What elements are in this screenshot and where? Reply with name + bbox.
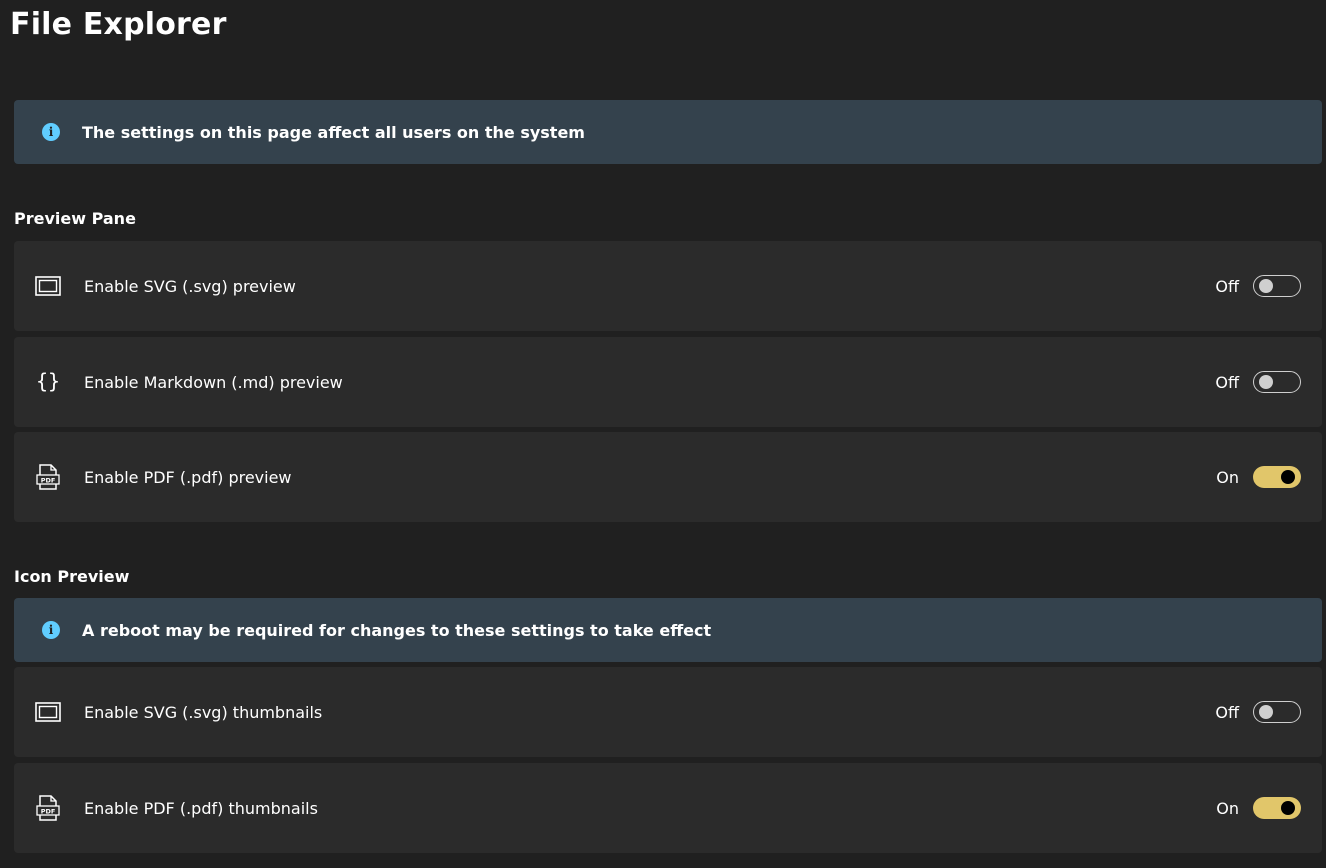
svg-text:PDF: PDF [41,808,56,816]
svg-preview-toggle[interactable] [1253,275,1301,297]
toggle-knob [1259,375,1273,389]
pdf-preview-toggle[interactable] [1253,466,1301,488]
svg-file-icon [34,698,62,726]
pdf-thumbnails-toggle[interactable] [1253,797,1301,819]
info-banner-all-users: i The settings on this page affect all u… [14,100,1322,164]
section-title-preview-pane: Preview Pane [14,209,136,228]
setting-card-markdown-preview: {} Enable Markdown (.md) preview Off [14,337,1322,427]
markdown-preview-toggle[interactable] [1253,371,1301,393]
toggle-state-text: On [1216,467,1239,487]
info-banner-text: A reboot may be required for changes to … [82,620,712,640]
setting-label: Enable PDF (.pdf) preview [84,467,292,487]
setting-card-svg-preview: Enable SVG (.svg) preview Off [14,241,1322,331]
toggle-knob [1281,470,1295,484]
section-title-icon-preview: Icon Preview [14,567,130,586]
svg-thumbnails-toggle[interactable] [1253,701,1301,723]
page-title: File Explorer [10,7,227,42]
pdf-file-icon: PDF [34,463,62,491]
markdown-braces-icon: {} [34,368,62,396]
info-icon: i [42,621,60,639]
svg-file-icon [34,272,62,300]
info-icon: i [42,123,60,141]
setting-card-pdf-thumbnails: PDF Enable PDF (.pdf) thumbnails On [14,763,1322,853]
pdf-file-icon: PDF [34,794,62,822]
setting-label: Enable Markdown (.md) preview [84,372,343,392]
svg-text:{}: {} [36,369,60,393]
setting-card-svg-thumbnails: Enable SVG (.svg) thumbnails Off [14,667,1322,757]
toggle-knob [1259,279,1273,293]
setting-card-pdf-preview: PDF Enable PDF (.pdf) preview On [14,432,1322,522]
toggle-state-text: Off [1215,702,1239,722]
setting-label: Enable SVG (.svg) thumbnails [84,702,323,722]
svg-text:PDF: PDF [41,477,56,485]
info-banner-text: The settings on this page affect all use… [82,122,585,142]
file-explorer-settings-page: File Explorer i The settings on this pag… [0,0,1326,868]
setting-label: Enable PDF (.pdf) thumbnails [84,798,318,818]
toggle-knob [1281,801,1295,815]
toggle-state-text: Off [1215,276,1239,296]
toggle-state-text: On [1216,798,1239,818]
setting-label: Enable SVG (.svg) preview [84,276,296,296]
toggle-state-text: Off [1215,372,1239,392]
info-banner-reboot: i A reboot may be required for changes t… [14,598,1322,662]
toggle-knob [1259,705,1273,719]
